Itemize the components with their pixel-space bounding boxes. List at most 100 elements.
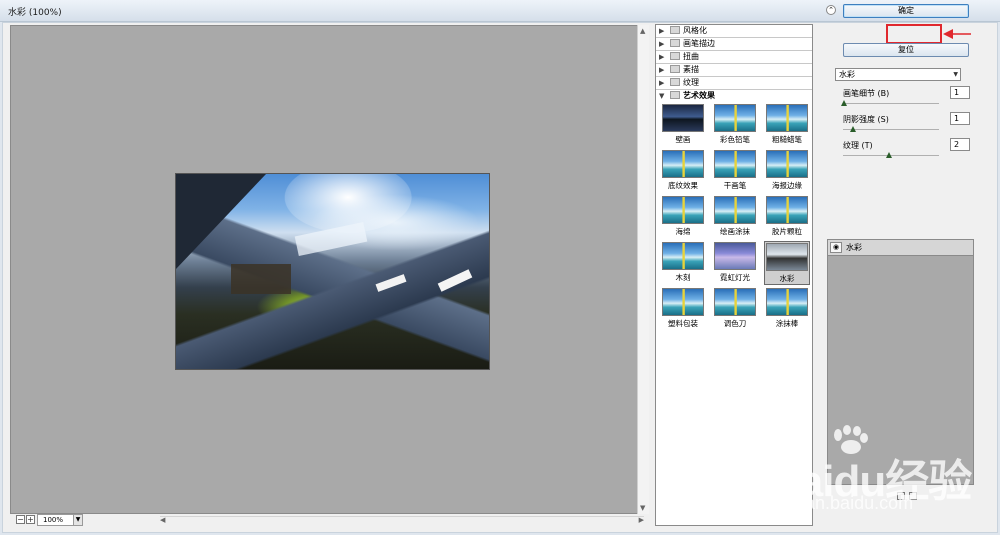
category-item[interactable]: ▶ 画笔描边 [656, 38, 812, 51]
folder-icon [670, 52, 680, 60]
filter-thumbnail-label: 海报边缘 [772, 181, 802, 190]
param-label: 画笔细节 (B) [843, 89, 890, 98]
category-label: 风格化 [683, 26, 707, 35]
filter-thumbnail-label: 绘画涂抹 [720, 227, 750, 236]
category-label: 画笔描边 [683, 39, 715, 48]
effect-layer-name: 水彩 [846, 243, 862, 252]
filter-thumbnail[interactable]: 粗糙蜡笔 [764, 103, 810, 147]
filter-thumbnail-label: 粗糙蜡笔 [772, 135, 802, 144]
category-label: 扭曲 [683, 52, 699, 61]
filter-thumbnail-label: 壁画 [675, 135, 691, 144]
scroll-right-icon[interactable]: ▶ [639, 516, 644, 524]
filter-thumbnail[interactable]: 海报边缘 [764, 149, 810, 193]
filter-thumbnail-image [766, 288, 808, 316]
filter-thumbnail-label: 霓虹灯光 [720, 273, 750, 282]
collapse-panel-icon[interactable]: ⌃ [826, 5, 836, 15]
filter-thumbnail-image [766, 104, 808, 132]
filter-thumbnail[interactable]: 胶片颗粒 [764, 195, 810, 239]
triangle-right-icon: ▶ [659, 40, 665, 48]
zoom-out-button[interactable]: − [16, 515, 25, 524]
layer-buttons [893, 492, 923, 502]
param-value-input[interactable]: 1 [950, 86, 970, 99]
filter-thumbnail[interactable]: 绘画涂抹 [712, 195, 758, 239]
param-slider-track[interactable] [843, 103, 939, 104]
category-item[interactable]: ▶ 纹理 [656, 77, 812, 90]
category-label: 艺术效果 [683, 91, 715, 100]
scroll-down-icon[interactable]: ▼ [640, 504, 645, 512]
param-slider-knob[interactable] [850, 126, 856, 132]
chevron-down-icon: ▼ [953, 71, 958, 78]
param-slider-track[interactable] [843, 129, 939, 130]
folder-icon [670, 39, 680, 47]
filter-thumbnail-label: 底纹效果 [668, 181, 698, 190]
triangle-right-icon: ▶ [659, 27, 665, 35]
folder-icon [670, 65, 680, 73]
scroll-left-icon[interactable]: ◀ [160, 516, 165, 524]
param-slider-knob[interactable] [841, 100, 847, 106]
param-control: 纹理 (T) 2 [843, 138, 973, 164]
category-item[interactable]: ▼ 艺术效果 [656, 90, 812, 103]
ok-highlight-box [886, 24, 942, 44]
filter-thumbnail-label: 海绵 [675, 227, 691, 236]
zoom-in-button[interactable]: + [26, 515, 35, 524]
arrow-left-icon [943, 29, 971, 39]
filter-thumbnail-label: 木刻 [675, 273, 691, 282]
eye-icon[interactable]: ◉ [830, 242, 842, 253]
filter-thumbnail[interactable]: 海绵 [660, 195, 706, 239]
filter-category-panel: ▶ 风格化 ▶ 画笔描边 ▶ 扭曲 ▶ 素描 ▶ 纹理 ▼ 艺术效果 壁画 彩色铅笔 粗糙蜡笔 底纹效果 干画… [655, 24, 813, 526]
filter-thumbnail-image [714, 288, 756, 316]
effect-layers-panel: ◉ 水彩 [827, 239, 974, 485]
filter-thumbnail[interactable]: 底纹效果 [660, 149, 706, 193]
filter-thumbnail[interactable]: 水彩 [764, 241, 810, 285]
new-layer-icon[interactable] [897, 492, 905, 500]
trash-icon[interactable] [909, 492, 917, 500]
filter-thumbnail[interactable]: 霓虹灯光 [712, 241, 758, 285]
param-value-input[interactable]: 2 [950, 138, 970, 151]
param-value-input[interactable]: 1 [950, 112, 970, 125]
filter-thumbnail[interactable]: 塑料包装 [660, 287, 706, 331]
filter-thumbnail[interactable]: 调色刀 [712, 287, 758, 331]
param-slider-knob[interactable] [886, 152, 892, 158]
effect-layer-row[interactable]: ◉ 水彩 [828, 240, 973, 256]
filter-thumbnail-image [714, 242, 756, 270]
preview-canvas[interactable] [10, 25, 642, 514]
filter-thumbnail-image [662, 196, 704, 224]
preview-image [175, 173, 490, 370]
filter-thumbnail-label: 彩色铅笔 [720, 135, 750, 144]
filter-thumbnail-image [662, 150, 704, 178]
param-label: 阴影强度 (S) [843, 115, 889, 124]
filter-select[interactable]: 水彩 ▼ [835, 68, 961, 81]
category-item[interactable]: ▶ 风格化 [656, 25, 812, 38]
filter-thumbnail-image [662, 288, 704, 316]
filter-thumbnail-label: 涂抹棒 [775, 319, 799, 328]
scroll-up-icon[interactable]: ▲ [640, 27, 645, 35]
reset-button[interactable]: 复位 [843, 43, 969, 57]
filter-thumbnail[interactable]: 涂抹棒 [764, 287, 810, 331]
filter-thumbnail-grid: 壁画 彩色铅笔 粗糙蜡笔底纹效果 干画笔 海报边缘海绵 绘画涂抹 胶片颗粒木刻 霓虹灯光 水彩塑… [656, 103, 812, 333]
preview-vertical-scrollbar[interactable]: ▲ ▼ [637, 25, 649, 514]
triangle-right-icon: ▶ [659, 53, 665, 61]
filter-thumbnail-image [714, 196, 756, 224]
filter-thumbnail-label: 塑料包装 [668, 319, 698, 328]
param-control: 阴影强度 (S) 1 [843, 112, 973, 138]
filter-thumbnail[interactable]: 壁画 [660, 103, 706, 147]
folder-icon [670, 78, 680, 86]
filter-thumbnail[interactable]: 干画笔 [712, 149, 758, 193]
filter-thumbnail-image [714, 104, 756, 132]
filter-thumbnail-image [714, 150, 756, 178]
category-item[interactable]: ▶ 扭曲 [656, 51, 812, 64]
filter-thumbnail[interactable]: 彩色铅笔 [712, 103, 758, 147]
window-title: 水彩 (100%) [8, 8, 62, 18]
filter-thumbnail-image [766, 243, 808, 271]
category-item[interactable]: ▶ 素描 [656, 64, 812, 77]
triangle-right-icon: ▶ [659, 66, 665, 74]
filter-select-value: 水彩 [839, 70, 855, 79]
category-label: 纹理 [683, 78, 699, 87]
filter-thumbnail-label: 干画笔 [723, 181, 747, 190]
param-label: 纹理 (T) [843, 141, 873, 150]
ok-button[interactable]: 确定 [843, 4, 969, 18]
chevron-down-icon[interactable]: ▼ [73, 514, 83, 526]
param-control: 画笔细节 (B) 1 [841, 86, 973, 112]
preview-horizontal-scrollbar[interactable]: ◀ ▶ [160, 516, 644, 526]
filter-thumbnail[interactable]: 木刻 [660, 241, 706, 285]
